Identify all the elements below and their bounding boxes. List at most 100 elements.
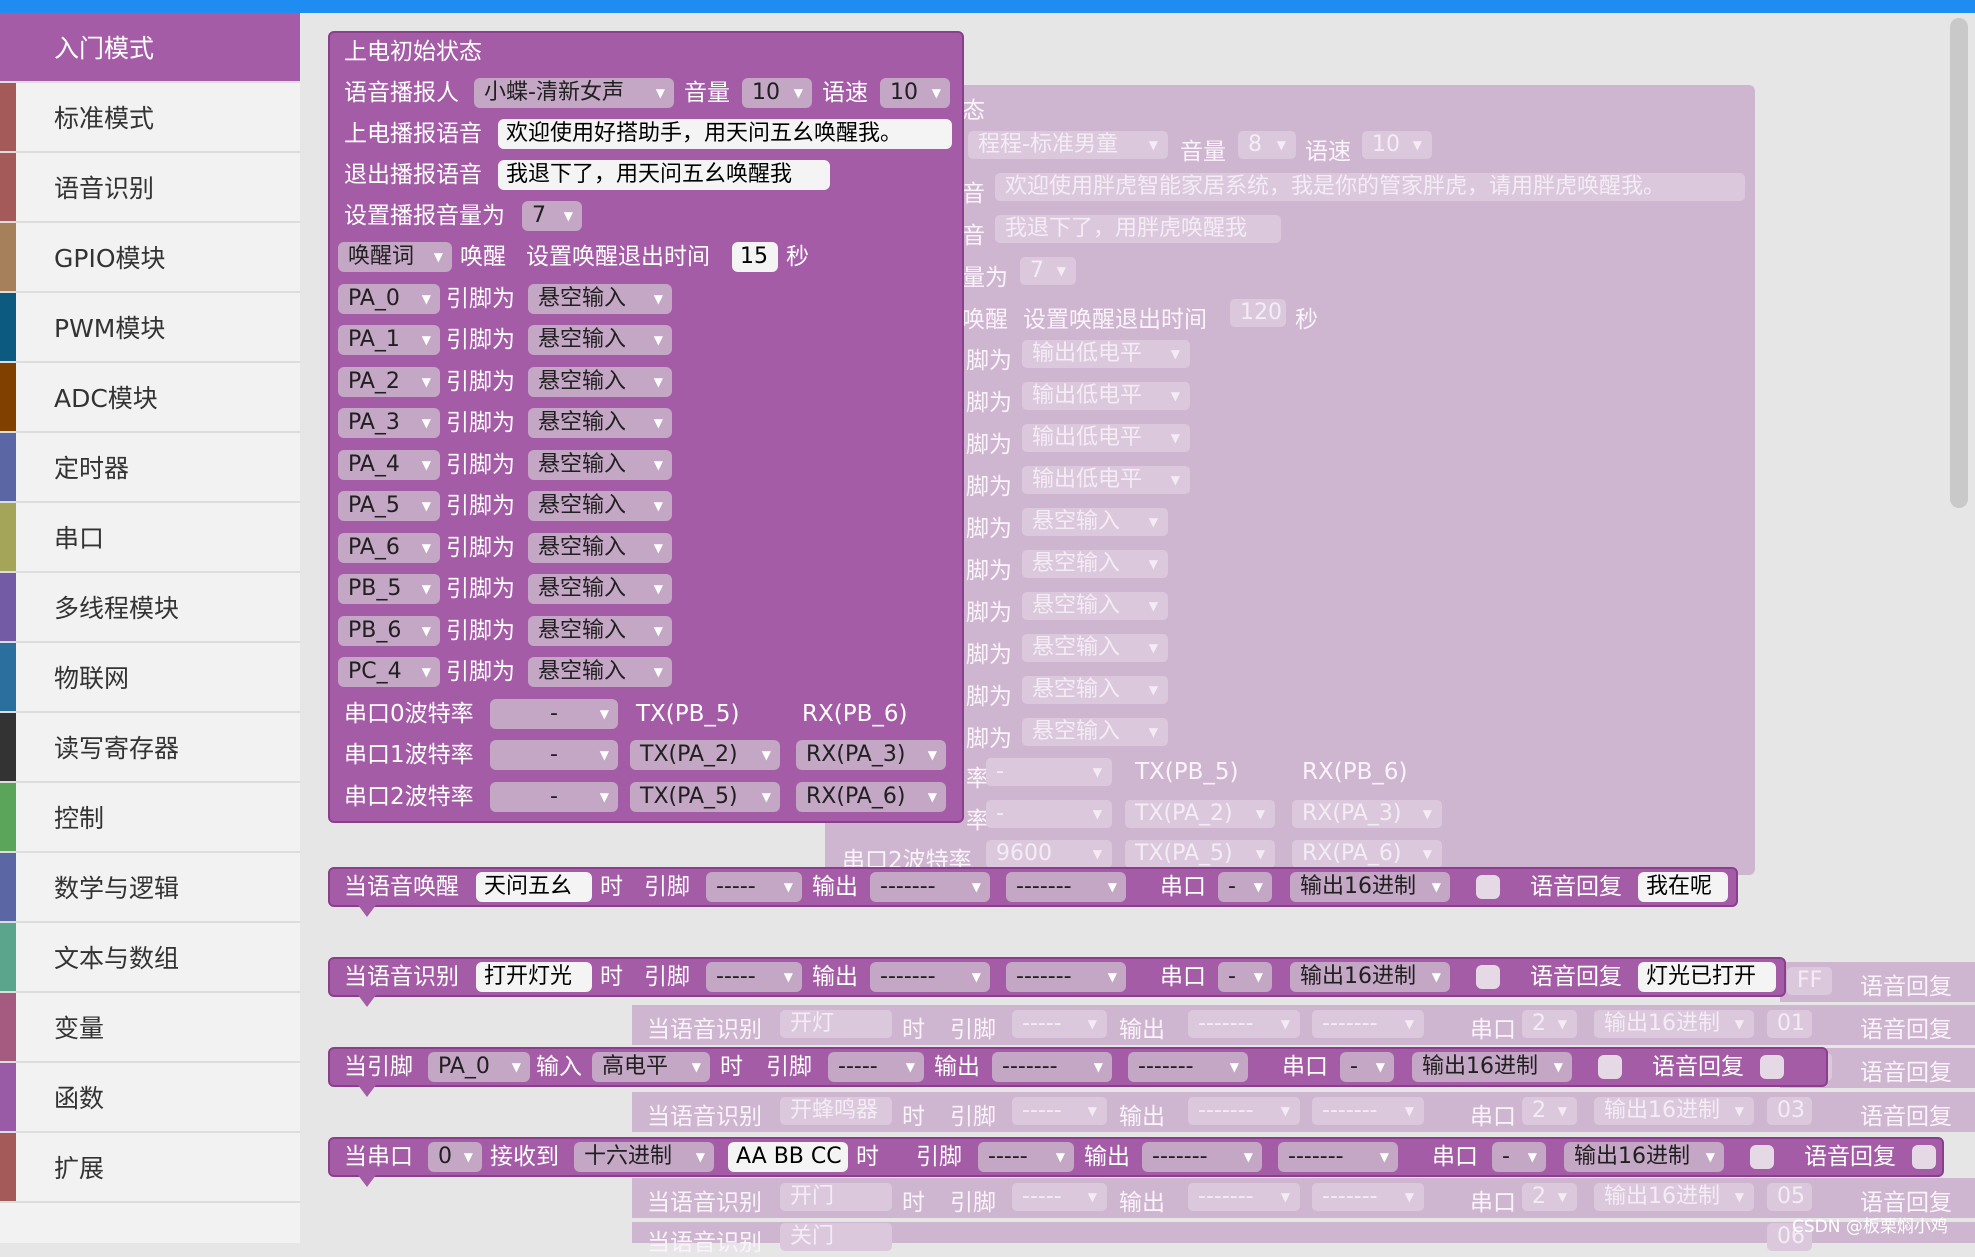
output-select-2[interactable]: ------- ▼	[1128, 1052, 1248, 1082]
workspace-scrollbar[interactable]	[1950, 18, 1968, 508]
category-standard-mode[interactable]: 标准模式	[0, 83, 300, 153]
category-extensions[interactable]: 扩展	[0, 1133, 300, 1203]
uart2-tx-select[interactable]: TX(PA_5) ▼	[630, 782, 780, 812]
hex-output-select[interactable]: 输出16进制 ▼	[1290, 872, 1450, 902]
ghost-pin-select[interactable]: ----- ▼	[1012, 1097, 1107, 1125]
timeout-input[interactable]: 15	[732, 242, 778, 272]
pin-select[interactable]: PC_4 ▼	[338, 657, 440, 687]
ghost-hex[interactable]: 输出16进制 ▼	[1594, 1010, 1754, 1038]
ghost-uart-select[interactable]: 2 ▼	[1522, 1183, 1577, 1211]
ghost-cmd[interactable]: 开蜂鸣器	[780, 1097, 892, 1125]
category-timer[interactable]: 定时器	[0, 433, 300, 503]
pin-select[interactable]: PA_3 ▼	[338, 408, 440, 438]
reply-input[interactable]: 灯光已打开	[1638, 962, 1776, 992]
wake-word-input[interactable]: 天问五幺	[476, 872, 592, 902]
ghost-hex[interactable]: 输出16进制 ▼	[1594, 1097, 1754, 1125]
ghost-vol-select[interactable]: 7 ▼	[1020, 257, 1076, 285]
ghost-out2[interactable]: ------- ▼	[1312, 1097, 1424, 1125]
pin-select[interactable]: PA_0 ▼	[338, 284, 440, 314]
ghost-uart2-baud[interactable]: 9600 ▼	[986, 840, 1112, 868]
ghost-uart1-tx[interactable]: TX(PA_2) ▼	[1125, 800, 1275, 828]
ghost-pin-mode[interactable]: 悬空输入 ▼	[1022, 508, 1168, 536]
pin-select[interactable]: PA_4 ▼	[338, 450, 440, 480]
pin-mode-select[interactable]: 悬空输入 ▼	[528, 657, 672, 687]
pin-mode-select[interactable]: 悬空输入 ▼	[528, 408, 672, 438]
pin-select[interactable]: PB_6 ▼	[338, 616, 440, 646]
ghost-asr-row[interactable]: 当语音识别 开灯 时 引脚 ----- ▼ 输出 ------- ▼ -------…	[632, 1005, 1975, 1045]
pin-mode-select[interactable]: 悬空输入 ▼	[528, 533, 672, 563]
enable-checkbox[interactable]	[1750, 1145, 1774, 1169]
ghost-speed-select[interactable]: 10 ▼	[1362, 131, 1432, 159]
output-select-1[interactable]: ------- ▼	[992, 1052, 1112, 1082]
init-state-block[interactable]: 上电初始状态 语音播报人 小蝶-清新女声 ▼ 音量 10 ▼ 语速 10 ▼ 上电播报…	[328, 31, 964, 823]
ghost-volume-select[interactable]: 8 ▼	[1238, 131, 1296, 159]
pin-event-block[interactable]: 当引脚 PA_0 ▼ 输入 高电平 ▼ 时 引脚 ----- ▼ 输出 -------…	[328, 1047, 1828, 1097]
category-multithread[interactable]: 多线程模块	[0, 573, 300, 643]
output-select-2[interactable]: ------- ▼	[1006, 962, 1126, 992]
pin-mode-select[interactable]: 悬空输入 ▼	[528, 284, 672, 314]
ghost-timeout-input[interactable]: 120	[1230, 299, 1286, 327]
enable-checkbox[interactable]	[1476, 965, 1500, 989]
category-speech-recognition[interactable]: 语音识别	[0, 153, 300, 223]
pin-source-select[interactable]: PA_0 ▼	[428, 1052, 530, 1082]
uart1-tx-select[interactable]: TX(PA_2) ▼	[630, 740, 780, 770]
category-iot[interactable]: 物联网	[0, 643, 300, 713]
ghost-uart-select[interactable]: 2 ▼	[1522, 1097, 1577, 1125]
hex-output-select[interactable]: 输出16进制 ▼	[1290, 962, 1450, 992]
pin-select[interactable]: ----- ▼	[706, 962, 802, 992]
ghost-uart0-baud[interactable]: - ▼	[986, 758, 1112, 786]
uart2-baud-select[interactable]: - ▼	[490, 782, 618, 812]
output-select-1[interactable]: ------- ▼	[870, 872, 990, 902]
ghost-asr-row[interactable]: 当语音识别 开门 时 引脚 ----- ▼ 输出 ------- ▼ -------…	[632, 1178, 1975, 1218]
category-control[interactable]: 控制	[0, 783, 300, 853]
ghost-out1[interactable]: ------- ▼	[1188, 1183, 1300, 1211]
ghost-startup-text[interactable]: 欢迎使用胖虎智能家居系统，我是你的管家胖虎，请用胖虎唤醒我。	[995, 173, 1745, 201]
startup-text-input[interactable]: 欢迎使用好搭助手，用天问五幺唤醒我。	[498, 119, 952, 149]
ghost-pin-mode[interactable]: 输出低电平 ▼	[1022, 466, 1190, 494]
pin-select[interactable]: PA_1 ▼	[338, 325, 440, 355]
category-pwm[interactable]: PWM模块	[0, 293, 300, 363]
speaker-select[interactable]: 小蝶-清新女声 ▼	[474, 78, 674, 108]
category-adc[interactable]: ADC模块	[0, 363, 300, 433]
ghost-pin-mode[interactable]: 悬空输入 ▼	[1022, 550, 1168, 578]
ghost-out2[interactable]: ------- ▼	[1312, 1183, 1424, 1211]
ghost-pin-mode[interactable]: 悬空输入 ▼	[1022, 676, 1168, 704]
output-select-1[interactable]: ------- ▼	[870, 962, 990, 992]
serial-port-select[interactable]: 0 ▼	[428, 1142, 482, 1172]
category-functions[interactable]: 函数	[0, 1063, 300, 1133]
pin-mode-select[interactable]: 悬空输入 ▼	[528, 367, 672, 397]
ghost-uart2-rx[interactable]: RX(PA_6) ▼	[1292, 840, 1442, 868]
output-select-2[interactable]: ------- ▼	[1278, 1142, 1398, 1172]
serial-event-block[interactable]: 当串口 0 ▼ 接收到 十六进制 ▼ AA BB CC 时 引脚 ----- ▼ 输出…	[328, 1137, 1944, 1187]
ghost-pin-mode[interactable]: 输出低电平 ▼	[1022, 424, 1190, 452]
ghost-uart2-tx[interactable]: TX(PA_5) ▼	[1125, 840, 1275, 868]
category-register[interactable]: 读写寄存器	[0, 713, 300, 783]
ghost-speaker-select[interactable]: 程程-标准男童 ▼	[968, 131, 1168, 159]
command-input[interactable]: 打开灯光	[476, 962, 592, 992]
output-select-1[interactable]: ------- ▼	[1142, 1142, 1262, 1172]
ghost-uart1-baud[interactable]: - ▼	[986, 800, 1112, 828]
category-gpio[interactable]: GPIO模块	[0, 223, 300, 293]
format-select[interactable]: 十六进制 ▼	[574, 1142, 714, 1172]
ghost-exit-text[interactable]: 我退下了，用胖虎唤醒我	[995, 215, 1281, 243]
pin-select[interactable]: PA_2 ▼	[338, 367, 440, 397]
ghost-pin-select[interactable]: ----- ▼	[1012, 1183, 1107, 1211]
exit-text-input[interactable]: 我退下了，用天问五幺唤醒我	[498, 160, 830, 190]
pin-select[interactable]: ----- ▼	[706, 872, 802, 902]
ghost-pin-mode[interactable]: 输出低电平 ▼	[1022, 382, 1190, 410]
ghost-cmd[interactable]: 关门	[780, 1223, 892, 1251]
ghost-pin-mode[interactable]: 悬空输入 ▼	[1022, 634, 1168, 662]
reply-checkbox[interactable]	[1760, 1055, 1784, 1079]
pin-mode-select[interactable]: 悬空输入 ▼	[528, 491, 672, 521]
ghost-side-fragment[interactable]: FF 语音回复	[1780, 962, 1975, 1002]
speech-recognition-event-block[interactable]: 当语音识别 打开灯光 时 引脚 ----- ▼ 输出 ------- ▼ -----…	[328, 957, 1786, 1007]
ghost-uart1-rx[interactable]: RX(PA_3) ▼	[1292, 800, 1442, 828]
ghost-pin-mode[interactable]: 悬空输入 ▼	[1022, 718, 1168, 746]
reply-input[interactable]: 我在呢	[1638, 872, 1728, 902]
volume-select[interactable]: 10 ▼	[742, 78, 812, 108]
uart-select[interactable]: - ▼	[1218, 872, 1272, 902]
ghost-cmd[interactable]: 开门	[780, 1183, 892, 1211]
ghost-out1[interactable]: ------- ▼	[1188, 1010, 1300, 1038]
ghost-side-hex[interactable]: FF	[1787, 967, 1832, 995]
pin-mode-select[interactable]: 悬空输入 ▼	[528, 574, 672, 604]
